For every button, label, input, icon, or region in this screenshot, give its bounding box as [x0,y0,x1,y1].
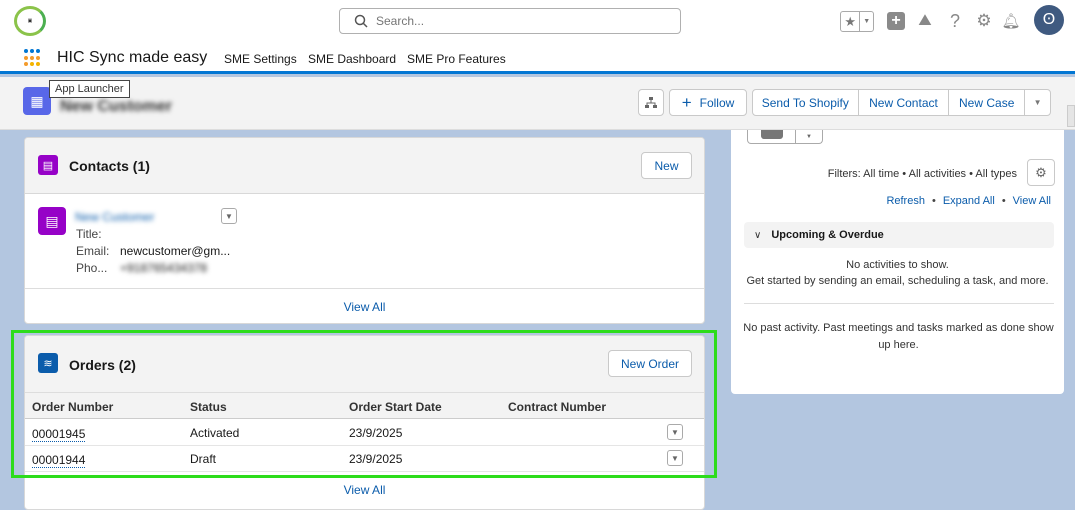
trailhead-icon[interactable]: ⛰ [915,11,935,31]
app-launcher-button[interactable] [24,49,42,67]
record-title: New Customer [60,98,173,115]
plus-icon: + [681,92,692,112]
new-case-button[interactable]: New Case [949,90,1026,115]
side-panel-toggle[interactable] [1067,105,1075,127]
new-contact-button[interactable]: New Contact [859,90,950,115]
gear-icon[interactable]: ⚙ [974,10,994,32]
view-all-link[interactable]: View All [1013,195,1051,207]
hierarchy-button[interactable] [638,89,664,116]
refresh-link[interactable]: Refresh [886,195,925,207]
contact-row-menu[interactable]: ▼ [221,208,237,224]
star-icon: ★ [841,12,861,31]
no-past-activity-text: No past activity. Past meetings and task… [743,322,1054,351]
contacts-header: ▤ Contacts (1) New [25,138,704,194]
app-logo[interactable]: ▣ [14,6,46,36]
activity-filters: Filters: All time • All activities • All… [827,168,1017,180]
chevron-down-icon: ▼ [806,133,812,140]
send-to-shopify-button[interactable]: Send To Shopify [753,90,859,115]
expand-all-link[interactable]: Expand All [943,195,995,207]
contact-phone-label: Pho... [76,261,108,275]
follow-button[interactable]: + Follow [669,89,747,116]
contact-email-label: Email: [76,244,110,258]
contact-icon: ▤ [38,155,58,175]
nav-bar: HIC Sync made easy SME Settings SME Dash… [0,42,1075,74]
gear-icon: ⚙ [1035,164,1047,180]
contact-title-label: Title: [76,227,102,241]
filter-settings-button[interactable]: ⚙ [1027,159,1055,186]
search-icon [354,14,368,28]
action-button-group: Send To Shopify New Contact New Case ▼ [752,89,1051,116]
global-actions-icon[interactable]: + [887,12,905,30]
more-actions-button[interactable]: ▼ [1025,90,1050,115]
activity-links: Refresh • Expand All • View All [886,195,1051,207]
search-input[interactable] [376,14,666,28]
contact-phone-link[interactable]: +918765434378 [120,261,207,275]
activity-action-button[interactable]: ▼ [747,130,823,144]
email-icon [748,130,796,143]
activity-panel: ▼ Filters: All time • All activities • A… [731,130,1064,394]
upcoming-title: Upcoming & Overdue [771,229,884,241]
search-box[interactable] [339,8,681,34]
contacts-view-all-link[interactable]: View All [25,300,704,314]
help-icon[interactable]: ? [946,10,964,32]
new-contact-list-button[interactable]: New [641,152,692,179]
highlight-box [11,330,717,478]
hierarchy-icon [645,96,657,108]
contact-name-link[interactable]: New Customer [75,210,154,224]
contact-record-icon: ▤ [38,207,66,235]
app-name: HIC Sync made easy [57,49,208,66]
app-launcher-tooltip: App Launcher [49,80,130,98]
nav-item-sme-settings[interactable]: SME Settings [224,52,297,66]
bell-icon[interactable]: 🔔︎ [1001,10,1021,32]
record-header: ▦ New Customer + Follow Send To Shopify N… [0,77,1075,130]
account-icon: ▦ [23,87,51,115]
contacts-title: Contacts (1) [69,158,150,174]
nav-item-sme-pro-features[interactable]: SME Pro Features [407,52,506,66]
divider [25,288,704,289]
logo-icon: ▣ [27,18,33,24]
avatar[interactable]: ʘ [1034,5,1064,35]
get-started-text: Get started by sending an email, schedul… [746,275,1049,287]
chevron-down-icon: ▼ [1033,98,1042,107]
upcoming-overdue-section[interactable]: ∨ Upcoming & Overdue [744,222,1054,248]
no-activities-text: No activities to show. [846,259,949,271]
contact-email-link[interactable]: newcustomer@gm... [120,244,230,258]
chevron-down-icon: ▼ [863,18,871,25]
global-header: ▣ ★ ▼ + ⛰ ? ⚙ 🔔︎ ʘ [0,0,1075,42]
contacts-card: ▤ Contacts (1) New ▤ New Customer ▼ Titl… [24,137,705,324]
favorites-button[interactable]: ★ ▼ [840,11,874,32]
chevron-down-icon: ∨ [754,229,762,241]
nav-item-sme-dashboard[interactable]: SME Dashboard [308,52,396,66]
divider [744,303,1054,304]
